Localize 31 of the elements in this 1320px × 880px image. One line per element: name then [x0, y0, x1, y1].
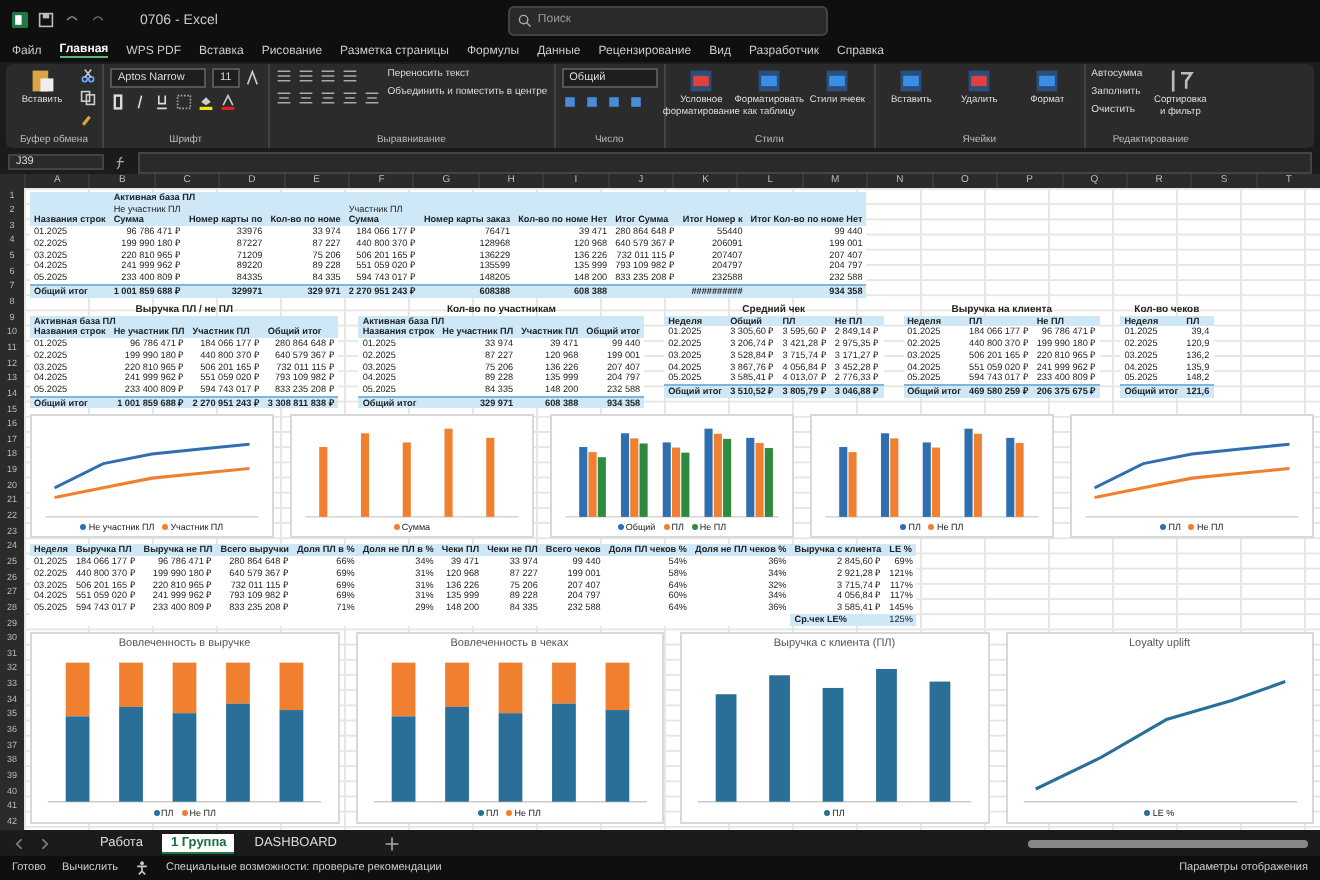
search-icon	[517, 13, 532, 27]
align-icon[interactable]	[275, 68, 292, 84]
align-icon[interactable]	[363, 90, 380, 106]
italic-icon[interactable]	[132, 94, 148, 110]
add-sheet-icon[interactable]	[384, 835, 401, 851]
scissors-icon[interactable]	[80, 68, 96, 84]
brush-icon[interactable]	[80, 112, 96, 128]
borders-icon[interactable]	[176, 94, 192, 110]
font-color-icon[interactable]	[220, 94, 236, 110]
save-icon[interactable]	[38, 12, 54, 28]
align-icon[interactable]	[319, 68, 336, 84]
align-icon[interactable]	[319, 90, 336, 106]
horizontal-scrollbar[interactable]	[1028, 839, 1308, 847]
formula-input[interactable]	[138, 151, 1312, 173]
previous-sheet-icon[interactable]	[12, 835, 28, 851]
copy-icon[interactable]	[80, 90, 96, 106]
align-icon[interactable]	[275, 90, 292, 106]
excel-logo-icon	[12, 12, 28, 28]
next-sheet-icon[interactable]	[36, 835, 52, 851]
accessibility-icon[interactable]	[133, 860, 150, 876]
align-icon[interactable]	[341, 68, 358, 84]
fill-color-icon[interactable]	[198, 94, 214, 110]
align-icon[interactable]	[297, 68, 314, 84]
bold-icon[interactable]	[110, 94, 126, 110]
function-icon[interactable]	[114, 155, 128, 169]
align-icon[interactable]	[341, 90, 358, 106]
grow-font-icon[interactable]	[245, 70, 262, 86]
sort-filter-icon	[1167, 68, 1194, 94]
align-icon[interactable]	[297, 90, 314, 106]
clipboard-icon	[29, 68, 55, 94]
underline-icon[interactable]	[154, 94, 170, 110]
